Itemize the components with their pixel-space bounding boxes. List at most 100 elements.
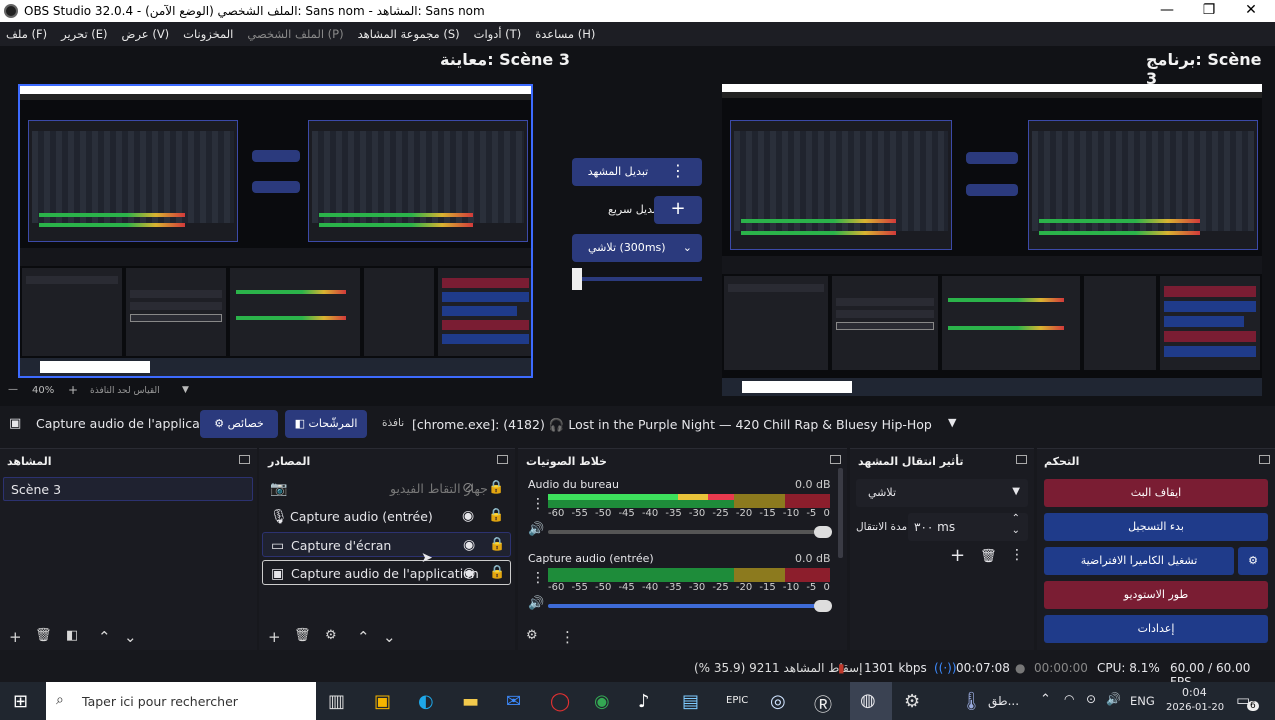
undock-icon[interactable]: [497, 455, 508, 464]
edge-icon[interactable]: ◐: [418, 691, 434, 712]
tbar-handle[interactable]: [572, 268, 582, 290]
weather-icon[interactable]: 🌡: [960, 691, 983, 712]
spin-up-icon[interactable]: ⌃: [1012, 513, 1020, 524]
lock-icon[interactable]: 🔒: [488, 480, 504, 495]
weather-text[interactable]: طق...: [988, 694, 1019, 708]
menu-tools[interactable]: أدوات (T): [474, 27, 522, 41]
eye-icon[interactable]: ◉: [462, 508, 474, 524]
clock-date[interactable]: 2026-01-20: [1166, 702, 1224, 713]
language[interactable]: ENG: [1130, 694, 1155, 708]
zoom-in-button[interactable]: +: [68, 383, 78, 397]
wifi-icon[interactable]: ◠: [1064, 692, 1074, 706]
transition-menu-button[interactable]: ⋮: [654, 158, 702, 186]
app-icon[interactable]: ▤: [682, 691, 699, 712]
settings-button[interactable]: إعدادات: [1044, 615, 1268, 643]
undock-icon[interactable]: [239, 455, 250, 464]
menu-help[interactable]: مساعدة (H): [535, 27, 595, 41]
preview-canvas[interactable]: [18, 84, 533, 378]
rockstar-icon[interactable]: Ⓡ: [814, 691, 832, 717]
close-button[interactable]: ✕: [1229, 0, 1273, 22]
move-down-icon[interactable]: ⌄: [124, 628, 137, 646]
steam-icon[interactable]: ◎: [770, 691, 786, 712]
transition-type-select[interactable]: تلاشي ▼: [856, 479, 1028, 507]
move-up-icon[interactable]: ⌃: [98, 628, 111, 646]
trash-icon[interactable]: 🗑: [980, 549, 997, 564]
lock-icon[interactable]: 🔒: [489, 537, 505, 552]
zoom-mode[interactable]: القياس لحد النافذة: [90, 386, 160, 396]
taskbar-search[interactable]: ⌕ Taper ici pour rechercher: [46, 682, 316, 720]
mail-icon[interactable]: ✉: [506, 691, 521, 712]
filters-button[interactable]: ◧ المرشّحات: [285, 410, 367, 438]
add-source-icon[interactable]: +: [268, 628, 281, 646]
fade-transition-select[interactable]: تلاشي (300ms) ⌄: [572, 234, 702, 262]
menu-scene-collection[interactable]: مجموعة المشاهد (S): [358, 27, 460, 41]
settings-gear-icon[interactable]: ⚙: [904, 691, 920, 712]
tbar-track[interactable]: [582, 277, 702, 281]
spin-down-icon[interactable]: ⌄: [1012, 525, 1020, 536]
move-down-icon[interactable]: ⌄: [383, 628, 396, 646]
filter-icon[interactable]: ◧: [66, 628, 78, 643]
volume-icon[interactable]: 🔊: [1106, 692, 1121, 706]
zoom-out-button[interactable]: —: [8, 384, 18, 395]
studio-mode-button[interactable]: طور الاستوديو: [1044, 581, 1268, 609]
kebab-icon[interactable]: ⋮: [560, 628, 575, 646]
eye-hidden-icon[interactable]: ⊘: [462, 480, 474, 496]
start-recording-button[interactable]: بدء التسجيل: [1044, 513, 1268, 541]
location-icon[interactable]: ⊙: [1086, 692, 1096, 706]
gear-icon[interactable]: ⚙: [325, 628, 337, 643]
minimize-button[interactable]: —: [1145, 0, 1189, 22]
kebab-icon[interactable]: ⋮: [1010, 547, 1024, 563]
volume-slider[interactable]: [548, 526, 832, 538]
virtual-camera-settings-button[interactable]: ⚙: [1238, 547, 1268, 575]
tray-up-icon[interactable]: ⌃: [1040, 692, 1051, 707]
menu-view[interactable]: عرض (V): [122, 27, 170, 41]
properties-button[interactable]: ⚙ خصائص: [200, 410, 278, 438]
stop-stream-button[interactable]: ايقاف البث: [1044, 479, 1268, 507]
obs-taskbar-button[interactable]: ◍: [850, 682, 892, 720]
kebab-icon[interactable]: ⋮: [531, 496, 545, 512]
menu-edit[interactable]: تحرير (E): [61, 27, 107, 41]
epic-games-icon[interactable]: EPIC: [726, 695, 748, 706]
lock-icon[interactable]: 🔒: [489, 565, 505, 580]
eye-icon[interactable]: ◉: [463, 537, 475, 553]
advanced-audio-gear-icon[interactable]: ⚙: [526, 628, 538, 643]
mixer-scrollbar[interactable]: [838, 468, 843, 558]
scene-item[interactable]: Scène 3: [3, 477, 253, 501]
volume-slider[interactable]: [548, 600, 832, 612]
menu-docks[interactable]: المخزونات: [183, 27, 233, 41]
chrome-icon[interactable]: ◉: [594, 691, 610, 712]
window-select[interactable]: [chrome.exe]: (4182) 🎧 Lost in the Purpl…: [404, 410, 966, 438]
source-item-video-device[interactable]: 📷 جهاز التقاط الفيديو ⊘ 🔒: [262, 476, 511, 501]
add-transition-icon[interactable]: +: [950, 545, 965, 566]
add-quick-transition-button[interactable]: +: [654, 196, 702, 224]
source-item-screen-capture[interactable]: ▭ Capture d'écran ◉ 🔒: [262, 532, 511, 557]
windows-start-icon[interactable]: ⊞: [13, 691, 28, 712]
zoom-dropdown-icon[interactable]: ▼: [182, 385, 189, 395]
menu-file[interactable]: ملف (F): [6, 27, 47, 41]
virtual-camera-button[interactable]: تشغيل الكاميرا الافتراضية: [1044, 547, 1234, 575]
trash-icon[interactable]: 🗑: [35, 628, 52, 643]
eye-icon[interactable]: ◉: [463, 565, 475, 581]
trash-icon[interactable]: 🗑: [294, 628, 311, 643]
add-scene-icon[interactable]: +: [9, 628, 22, 646]
clock-time[interactable]: 0:04: [1182, 686, 1207, 699]
undock-icon[interactable]: [830, 455, 841, 464]
source-item-audio-input[interactable]: 🎙 Capture audio (entrée) ◉ 🔒: [262, 504, 511, 529]
menu-profile[interactable]: الملف الشخصي (P): [247, 27, 343, 41]
duration-spinbox[interactable]: ٣٠٠ ms ⌃ ⌄: [908, 513, 1028, 541]
undock-icon[interactable]: [1016, 455, 1027, 464]
undock-icon[interactable]: [1259, 455, 1270, 464]
opera-icon[interactable]: ◯: [550, 691, 570, 712]
maximize-button[interactable]: ❐: [1187, 0, 1231, 22]
speaker-icon[interactable]: 🔊: [528, 596, 544, 611]
tiktok-icon[interactable]: ♪: [638, 691, 650, 712]
store-icon[interactable]: ▣: [374, 691, 391, 712]
move-up-icon[interactable]: ⌃: [357, 628, 370, 646]
task-view-icon[interactable]: ▥: [328, 691, 345, 712]
source-item-app-audio[interactable]: ▣ Capture audio de l'application ◉ 🔒: [262, 560, 511, 585]
kebab-icon[interactable]: ⋮: [531, 570, 545, 586]
speaker-icon[interactable]: 🔊: [528, 522, 544, 537]
folder-icon[interactable]: ▬: [462, 691, 479, 712]
lock-icon[interactable]: 🔒: [488, 508, 504, 523]
switch-scene-button[interactable]: تبديل المشهد: [572, 158, 664, 186]
